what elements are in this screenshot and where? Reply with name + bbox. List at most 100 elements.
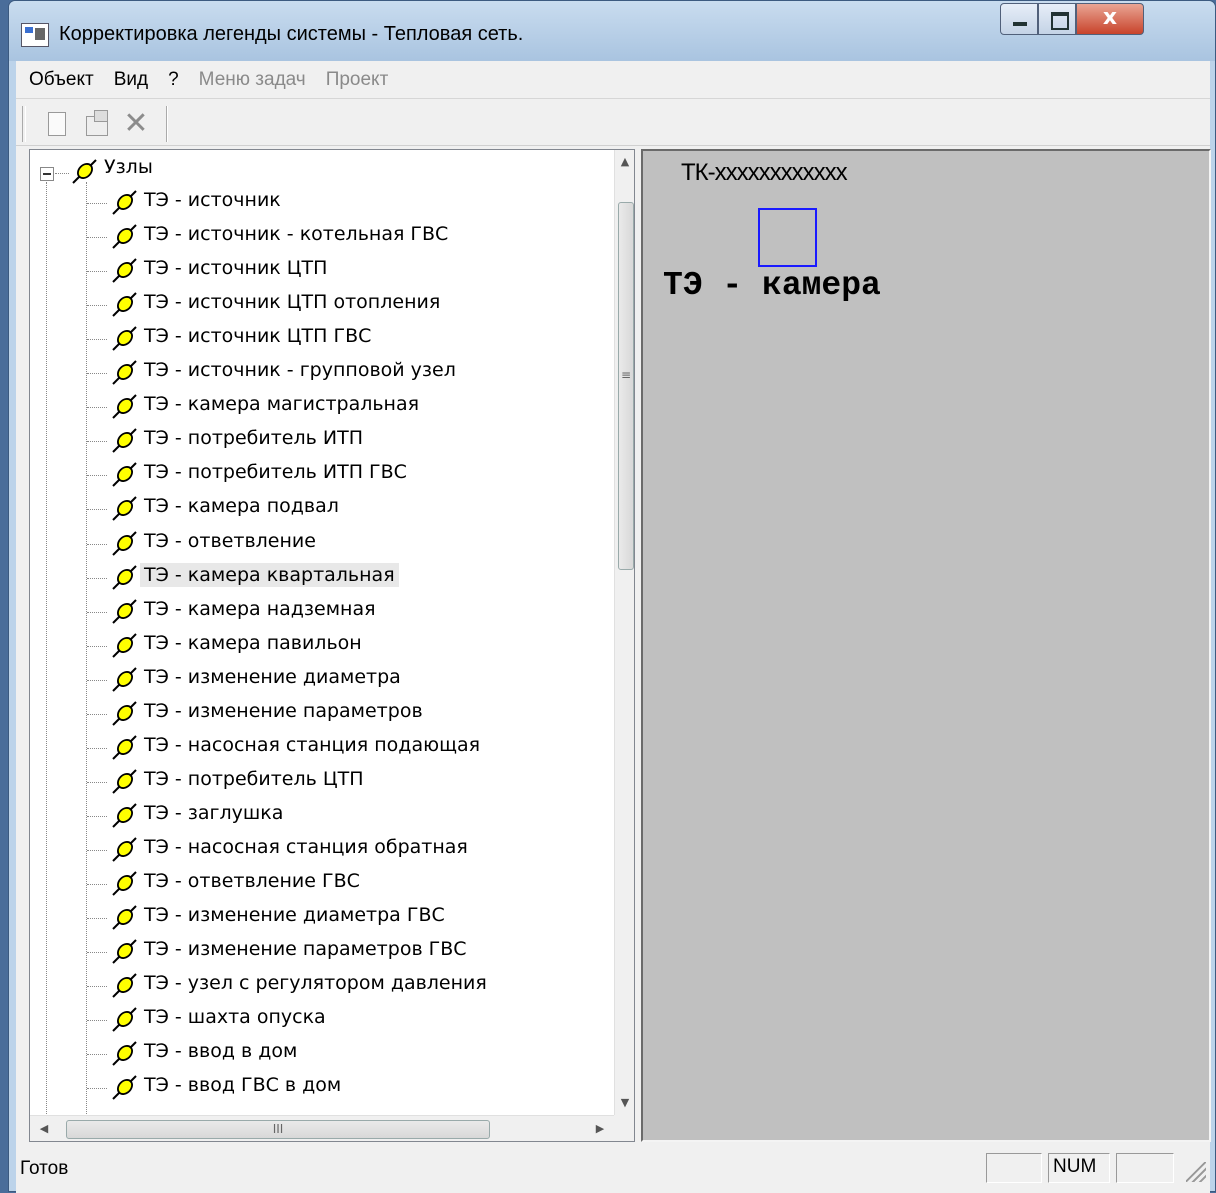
menu-item[interactable]: Меню задач [190,69,317,91]
properties-icon[interactable] [80,108,112,140]
tree-item[interactable]: ТЭ - ответвление ГВС [140,869,364,893]
status-panel [1116,1153,1174,1183]
tree-item[interactable]: ТЭ - камера магистральная [140,392,423,416]
toolbar-separator [166,106,168,142]
window-title: Корректировка легенды системы - Тепловая… [59,23,524,45]
tree-line [87,747,107,749]
tree-item[interactable]: ТЭ - источник - групповой узел [140,358,460,382]
close-button[interactable]: x [1076,3,1144,35]
tree-line [46,182,47,1141]
tree-line [87,986,107,988]
node-pin-icon [112,769,137,794]
node-pin-icon [112,735,137,760]
node-pin-icon [112,666,137,692]
tree-line [87,1020,107,1022]
preview-code-label: ТК-xxxxxxxxxxxx [681,159,848,186]
minimize-button[interactable] [1000,3,1038,35]
node-pin-icon [112,428,137,454]
vertical-scrollbar[interactable]: ▲ ≡ ▼ [614,150,634,1115]
new-document-icon[interactable] [40,108,72,140]
tree-line [87,952,107,954]
status-panel-num: NUM [1048,1153,1110,1183]
tree-item[interactable]: ТЭ - ввод ГВС в дом [140,1073,345,1097]
tree-line [86,182,87,1141]
vertical-scroll-thumb[interactable]: ≡ [618,202,634,570]
scroll-down-icon[interactable]: ▼ [615,1093,634,1113]
tree-item[interactable]: ТЭ - потребитель ИТП [140,426,367,450]
legend-symbol [758,208,817,267]
menu-item[interactable]: ? [159,69,190,91]
tree-item[interactable]: ТЭ - шахта опуска [140,1005,330,1029]
tree-line [87,679,107,681]
tree-item[interactable]: ТЭ - узел с регулятором давления [140,971,491,995]
node-pin-icon [112,530,137,556]
tree-line [55,173,69,174]
tree-item[interactable]: ТЭ - источник ЦТП отопления [140,290,444,314]
scroll-left-icon[interactable]: ◀ [34,1119,54,1139]
maximize-button[interactable] [1038,3,1076,35]
tree-line [87,781,107,783]
horizontal-scroll-thumb[interactable]: III [66,1120,490,1139]
menu-item[interactable]: Объект [20,69,105,91]
tree-item[interactable]: ТЭ - изменение параметров [140,699,427,723]
tree-line [87,611,107,613]
node-pin-icon [112,939,137,964]
tree-line [87,509,107,511]
tree-line [87,305,107,307]
tree-item[interactable]: ТЭ - источник ЦТП [140,256,331,280]
status-text: Готов [20,1158,69,1179]
node-pin-icon [112,837,137,862]
scroll-up-icon[interactable]: ▲ [615,152,634,172]
tree-line [87,373,107,375]
tree-item[interactable]: ТЭ - камера павильон [140,631,366,655]
tree-item[interactable]: ТЭ - потребитель ЦТП [140,767,368,791]
node-pin-icon [112,1007,137,1032]
tree-item[interactable]: ТЭ - камера квартальная [140,562,399,587]
status-bar: Готов NUM [16,1150,1210,1188]
horizontal-scrollbar[interactable]: ◀ III ▶ [30,1115,614,1141]
tree-item[interactable]: ТЭ - ответвление [140,529,320,553]
toolbar: ✕ [16,102,1210,146]
node-pin-icon [112,496,137,522]
tree-line [87,203,107,204]
tree-item[interactable]: ТЭ - потребитель ИТП ГВС [140,460,411,484]
tree-item[interactable]: ТЭ - камера подвал [140,494,343,518]
tree-item[interactable]: ТЭ - ввод в дом [140,1039,301,1063]
tree-line [87,407,107,409]
legend-tree[interactable]: Узлы ТЭ - источник ТЭ - источник - котель… [29,149,635,1142]
tree-line [87,237,107,239]
menu-item[interactable]: Вид [105,69,159,91]
tree-line [87,271,107,273]
tree-item[interactable]: ТЭ - камера надземная [140,597,380,621]
resize-grip-icon[interactable] [1186,1162,1206,1182]
tree-item[interactable]: ТЭ - источник ЦТП ГВС [140,324,375,348]
tree-line [87,1054,107,1056]
toolbar-grip[interactable] [22,106,26,142]
node-pin-icon [112,326,137,351]
tree-line [87,918,107,920]
delete-icon[interactable]: ✕ [120,108,152,140]
tree-item[interactable]: ТЭ - изменение параметров ГВС [140,937,471,961]
tree-item[interactable]: ТЭ - насосная станция подающая [140,733,484,757]
scroll-right-icon[interactable]: ▶ [590,1119,610,1139]
tree-item[interactable]: ТЭ - изменение диаметра ГВС [140,903,449,927]
node-pin-icon [112,803,137,828]
app-icon[interactable] [21,23,49,47]
title-bar[interactable]: Корректировка легенды системы - Тепловая… [9,1,1215,61]
client-area: Объект Вид? Меню задач Проект ✕ Узлы ТЭ - и… [16,61,1211,1193]
tree-line [87,884,107,885]
tree-item[interactable]: ТЭ - источник [140,188,285,212]
tree-item[interactable]: ТЭ - насосная станция обратная [140,835,472,859]
scroll-corner [614,1115,634,1141]
tree-line [87,577,107,579]
grip-icon: III [272,1122,284,1136]
tree-item[interactable]: ТЭ - заглушка [140,801,287,825]
tree-item[interactable]: ТЭ - изменение диаметра [140,665,405,689]
menu-item[interactable]: Проект [317,69,400,91]
node-pin-icon [112,224,137,249]
tree-item[interactable]: ТЭ - источник - котельная ГВС [140,222,452,246]
tree-line [87,645,107,647]
collapse-toggle[interactable] [40,167,54,181]
tree-root-label[interactable]: Узлы [100,155,157,179]
tree-line [87,441,107,443]
